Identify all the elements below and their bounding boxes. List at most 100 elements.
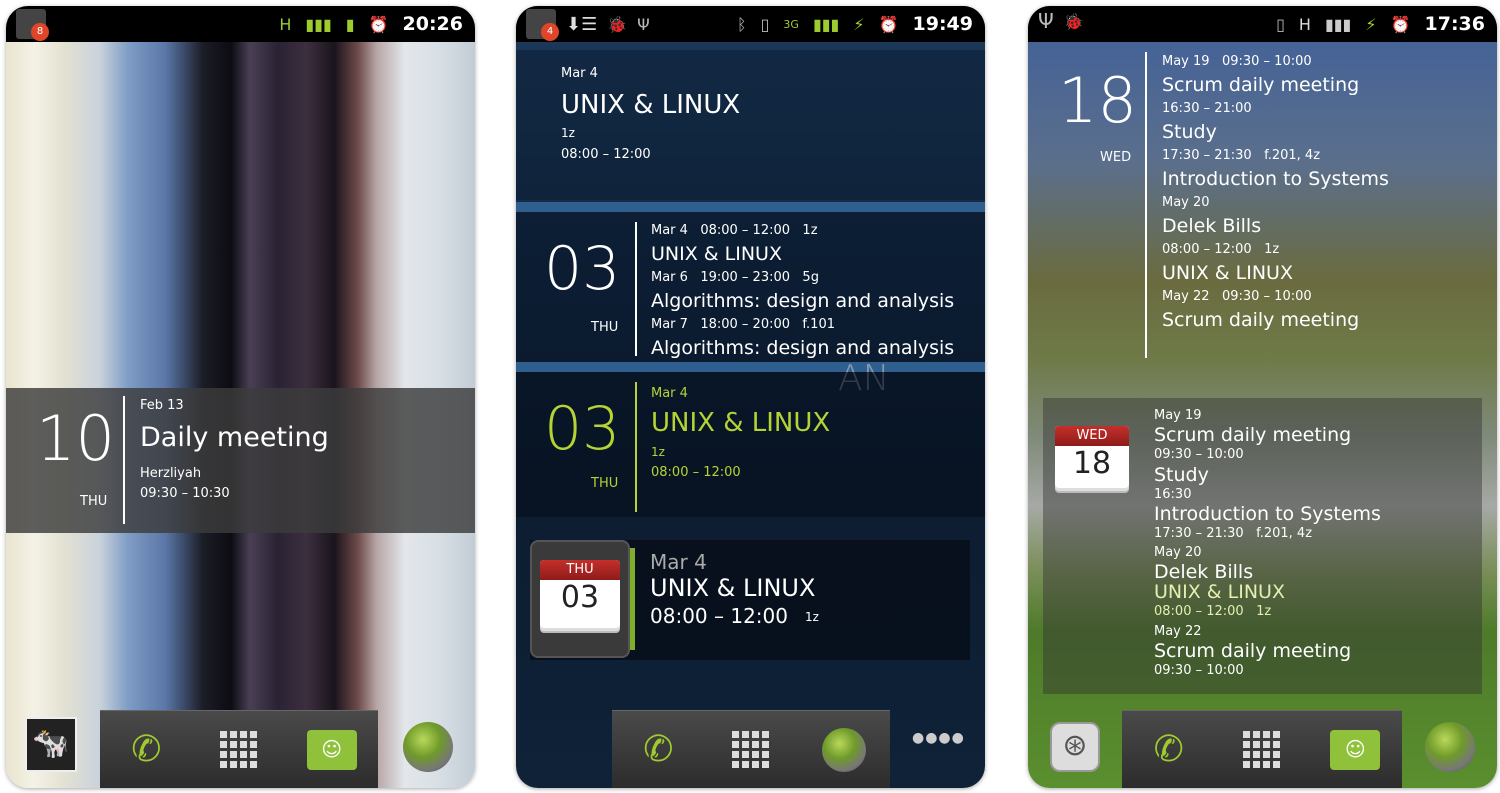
event-details: 17:30 – 21:30 f.201, 4z [1154, 525, 1313, 541]
browser-icon[interactable] [819, 725, 869, 775]
agenda-widget-list[interactable]: 03 THU Mar 4 08:00 – 12:00 1z UNIX & LINU… [516, 212, 985, 362]
status-bar: Ψ 🐞 ▯ H ▮▮▮ ⚡ ⏰ 17:36 [1028, 6, 1497, 42]
weekday: THU [591, 476, 619, 491]
event-details: Mar 4 08:00 – 12:00 1z [651, 223, 818, 238]
event-details: 17:30 – 21:30 f.201, 4z [1162, 148, 1321, 163]
day-number: 03 [544, 394, 621, 464]
event-time: 08:00 – 12:00 [561, 147, 651, 162]
event-time: 08:00 – 12:00 [650, 604, 788, 628]
dock: ✆ [612, 710, 890, 788]
agenda-widget-green[interactable]: 03 THU Mar 4 UNIX & LINUX 1z 08:00 – 12:… [516, 372, 985, 517]
event-title: UNIX & LINUX [561, 90, 741, 120]
dock: ✆ ☺ [1122, 710, 1402, 788]
day-number: 18 [1058, 64, 1137, 137]
event-title: UNIX & LINUX [650, 574, 816, 602]
day-number: 10 [36, 402, 115, 475]
phone-icon[interactable]: ✆ [121, 725, 171, 775]
launcher-shortcut[interactable]: ⊛ [1050, 722, 1100, 772]
android-debug-icon: 🐞 [1063, 11, 1084, 31]
agenda-widget-top[interactable]: Mar 4 UNIX & LINUX 1z 08:00 – 12:00 [516, 50, 985, 200]
alarm-icon: ⏰ [878, 14, 899, 34]
event-details: Mar 6 19:00 – 23:00 5g [651, 270, 819, 285]
event-title: UNIX & LINUX [1154, 581, 1285, 604]
event-title: Scrum daily meeting [1154, 424, 1352, 447]
separator-stripe [516, 202, 985, 212]
event-date: Mar 4 [561, 66, 598, 81]
app-drawer-icon[interactable] [726, 725, 776, 775]
calendar-icon: THU 03 [540, 560, 620, 628]
event-details: 09:30 – 10:00 [1154, 663, 1244, 679]
event-title: Algorithms: design and analysis [651, 336, 955, 359]
phone-screen-3: Ψ 🐞 ▯ H ▮▮▮ ⚡ ⏰ 17:36 18 WED May 19 09:3… [1028, 6, 1497, 788]
phone-screen-1: 8 H ▮▮▮ ▮ ⏰ 20:26 10 THU Feb 13 Daily me… [6, 6, 475, 788]
network-type-icon: H [1298, 14, 1311, 34]
divider [1145, 52, 1147, 358]
agenda-widget-top[interactable]: 18 WED May 19 09:30 – 10:00 Scrum daily m… [1028, 44, 1497, 362]
event-list: May 19 Scrum daily meeting 09:30 – 10:00 St… [1154, 406, 1381, 680]
divider [123, 396, 125, 524]
notification-badge: 4 [541, 23, 559, 41]
event-title: UNIX & LINUX [651, 408, 831, 438]
notification-icon[interactable]: 4 [526, 9, 559, 41]
browser-icon[interactable] [403, 722, 453, 772]
messaging-icon[interactable]: ☺ [1330, 725, 1381, 775]
event-title: UNIX & LINUX [1162, 261, 1293, 284]
event-time: 09:30 – 10:30 [140, 486, 230, 501]
app-drawer-icon[interactable] [214, 725, 264, 775]
calendar-day: 18 [1072, 446, 1112, 481]
vibrate-icon: ▯ [760, 14, 770, 34]
event-title: Scrum daily meeting [1162, 308, 1360, 331]
divider [635, 222, 637, 356]
contact-shortcut[interactable]: 🐄 [25, 717, 77, 772]
clock: 20:26 [402, 13, 463, 35]
alarm-icon: ⏰ [368, 14, 389, 34]
agenda-widget[interactable]: 10 THU Feb 13 Daily meeting Herzliyah 09… [6, 388, 475, 533]
alarm-icon: ⏰ [1390, 14, 1411, 34]
event-title: Delek Bills [1154, 561, 1254, 584]
event-time: 08:00 – 12:00 [651, 465, 741, 480]
battery-charging-icon: ⚡ [1365, 14, 1377, 34]
calendar-weekday: THU [540, 560, 620, 580]
event-date: Feb 13 [140, 398, 184, 413]
more-icon[interactable]: ●●●● [912, 730, 965, 746]
battery-icon: ▮ [345, 14, 355, 34]
notification-badge: 8 [31, 23, 49, 41]
event-title: UNIX & LINUX [651, 242, 782, 265]
event-details: 16:30 – 21:00 [1162, 101, 1252, 116]
phone-icon[interactable]: ✆ [1144, 725, 1194, 775]
event-details: 16:30 [1154, 486, 1192, 502]
messaging-icon[interactable]: ☺ [306, 725, 357, 775]
event-date: Mar 4 [651, 386, 688, 401]
weekday: WED [1100, 150, 1132, 165]
event-location: 1z [651, 445, 665, 459]
vibrate-icon: ▯ [1276, 14, 1285, 34]
event-details: May 19 [1154, 408, 1202, 423]
android-debug-icon: 🐞 [607, 14, 628, 34]
event-details: 08:00 – 12:00 1z [1154, 604, 1272, 620]
calendar-icon: WED 18 [1055, 426, 1129, 488]
notification-icon[interactable]: 8 [16, 9, 49, 41]
event-list: Mar 4 08:00 – 12:00 1z UNIX & LINUX Mar 6 … [651, 219, 954, 360]
event-title: Study [1154, 463, 1209, 486]
event-location: 1z [561, 126, 575, 140]
status-bar: 8 H ▮▮▮ ▮ ⏰ 20:26 [6, 6, 475, 42]
usb-icon: Ψ [637, 14, 650, 34]
event-date: Mar 4 [650, 550, 707, 574]
phone-screen-2: 4 ⬇☰ 🐞 Ψ ᛒ ▯ 3G ▮▮▮ ⚡ ⏰ 19:49 Mar 4 UNIX… [516, 6, 985, 788]
battery-charging-icon: ⚡ [853, 14, 865, 34]
agenda-widget-box[interactable]: WED 18 May 19 Scrum daily meeting 09:30 – … [1043, 398, 1482, 694]
event-location: Herzliyah [140, 466, 202, 481]
agenda-widget-calendar[interactable]: THU 03 Mar 4 UNIX & LINUX 08:00 – 12:00 … [530, 540, 970, 660]
app-drawer-icon[interactable] [1237, 725, 1287, 775]
phone-icon[interactable]: ✆ [633, 725, 683, 775]
calendar-day: 03 [560, 580, 600, 615]
clock: 17:36 [1424, 13, 1485, 35]
accent-bar [630, 548, 635, 650]
event-title: Study [1162, 120, 1217, 143]
download-icon: ⬇☰ [566, 13, 598, 35]
event-title: Introduction to Systems [1154, 502, 1381, 525]
event-title: Scrum daily meeting [1162, 73, 1360, 96]
signal-icon: ▮▮▮ [812, 14, 840, 34]
browser-icon[interactable] [1425, 722, 1475, 772]
day-number: 03 [544, 234, 621, 304]
